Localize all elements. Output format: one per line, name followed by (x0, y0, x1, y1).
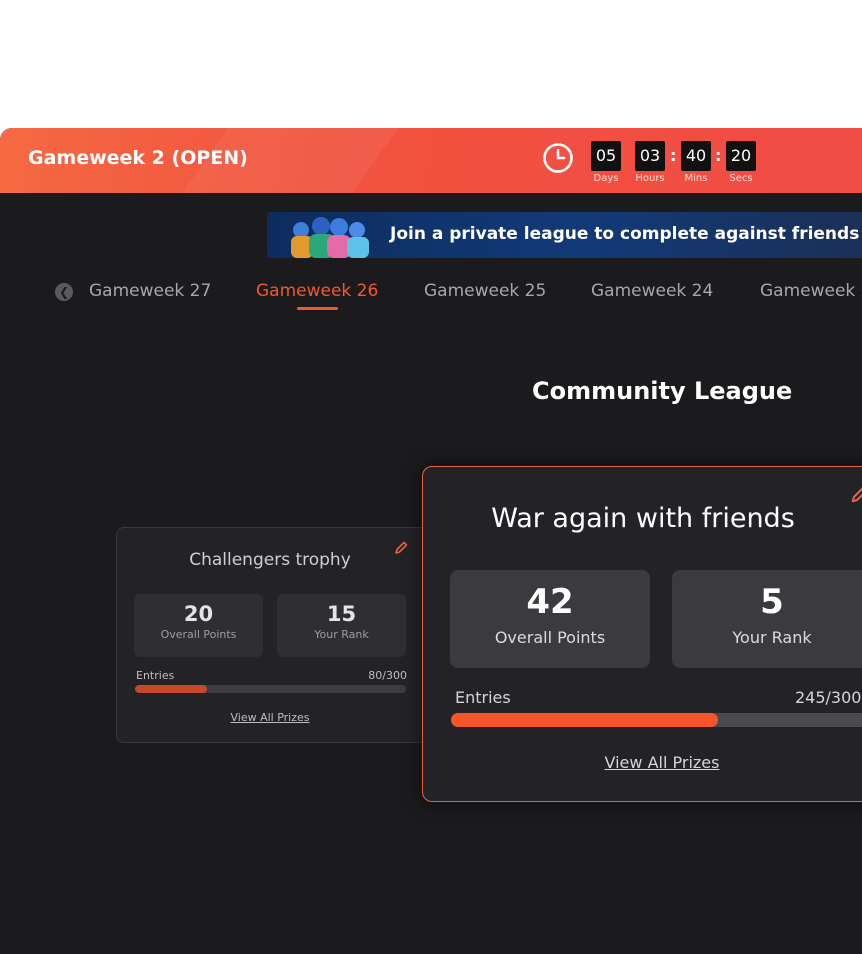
overall-points-label: Overall Points (494, 628, 606, 647)
pencil-icon[interactable] (849, 485, 862, 505)
countdown-days-label: Days (593, 173, 619, 184)
entries-count: 245/300 (795, 688, 862, 707)
overall-points-label: Overall Points (160, 628, 237, 641)
friends-group-icon (291, 217, 369, 258)
entries-label: Entries (136, 669, 175, 682)
your-rank-value: 5 (760, 582, 784, 622)
entries-progress-fill (135, 685, 208, 693)
overall-points-value: 20 (183, 602, 214, 626)
tab-gameweek-25[interactable]: Gameweek 25 (424, 281, 546, 301)
tab-gameweek-27[interactable]: Gameweek 27 (89, 281, 211, 301)
pencil-icon[interactable] (393, 540, 409, 556)
your-rank-label: Your Rank (732, 628, 812, 647)
gameweek-status-title: Gameweek 2 (OPEN) (28, 147, 248, 169)
view-all-prizes-link[interactable]: View All Prizes (423, 753, 862, 772)
your-rank-label: Your Rank (314, 628, 369, 641)
countdown-mins-label: Mins (684, 173, 708, 184)
overall-points-stat: 20 Overall Points (134, 594, 263, 657)
app-window: Gameweek 2 (OPEN) Join a private league … (0, 128, 862, 954)
view-all-prizes-link[interactable]: View All Prizes (117, 711, 423, 724)
league-card-challengers[interactable]: Challengers trophy 20 Overall Points 15 … (116, 527, 430, 743)
entries-progress-bar (451, 713, 862, 727)
countdown-hours: 03 (635, 141, 665, 171)
tab-gameweek-23[interactable]: Gameweek 23 (760, 281, 862, 301)
countdown-mins: 40 (681, 141, 711, 171)
league-card-war-again[interactable]: War again with friends 42 Overall Points… (422, 466, 862, 802)
private-league-banner[interactable]: Join a private league to complete agains… (267, 212, 862, 258)
countdown-secs-label: Secs (729, 173, 753, 184)
your-rank-value: 15 (326, 602, 357, 626)
active-tab-indicator (297, 307, 338, 310)
overall-points-stat: 42 Overall Points (450, 570, 650, 668)
overall-points-value: 42 (526, 582, 574, 622)
clock-icon (543, 143, 573, 173)
countdown-days: 05 (591, 141, 621, 171)
entries-progress-fill (451, 713, 718, 727)
chevron-left-icon[interactable]: ❮ (55, 283, 73, 301)
countdown-separator: : (715, 146, 722, 165)
countdown-hours-label: Hours (635, 173, 665, 184)
league-card-title: War again with friends (491, 503, 795, 534)
tab-gameweek-24[interactable]: Gameweek 24 (591, 281, 713, 301)
banner-text: Join a private league to complete agains… (390, 224, 862, 244)
countdown-separator: : (670, 146, 677, 165)
your-rank-stat: 15 Your Rank (277, 594, 406, 657)
league-card-title: Challengers trophy (189, 550, 351, 570)
entries-count: 80/300 (368, 669, 407, 682)
section-title: Community League (532, 377, 793, 405)
countdown-secs: 20 (726, 141, 756, 171)
entries-progress-bar (135, 685, 406, 693)
tab-gameweek-26[interactable]: Gameweek 26 (256, 281, 378, 301)
entries-label: Entries (455, 688, 511, 707)
your-rank-stat: 5 Your Rank (672, 570, 862, 668)
